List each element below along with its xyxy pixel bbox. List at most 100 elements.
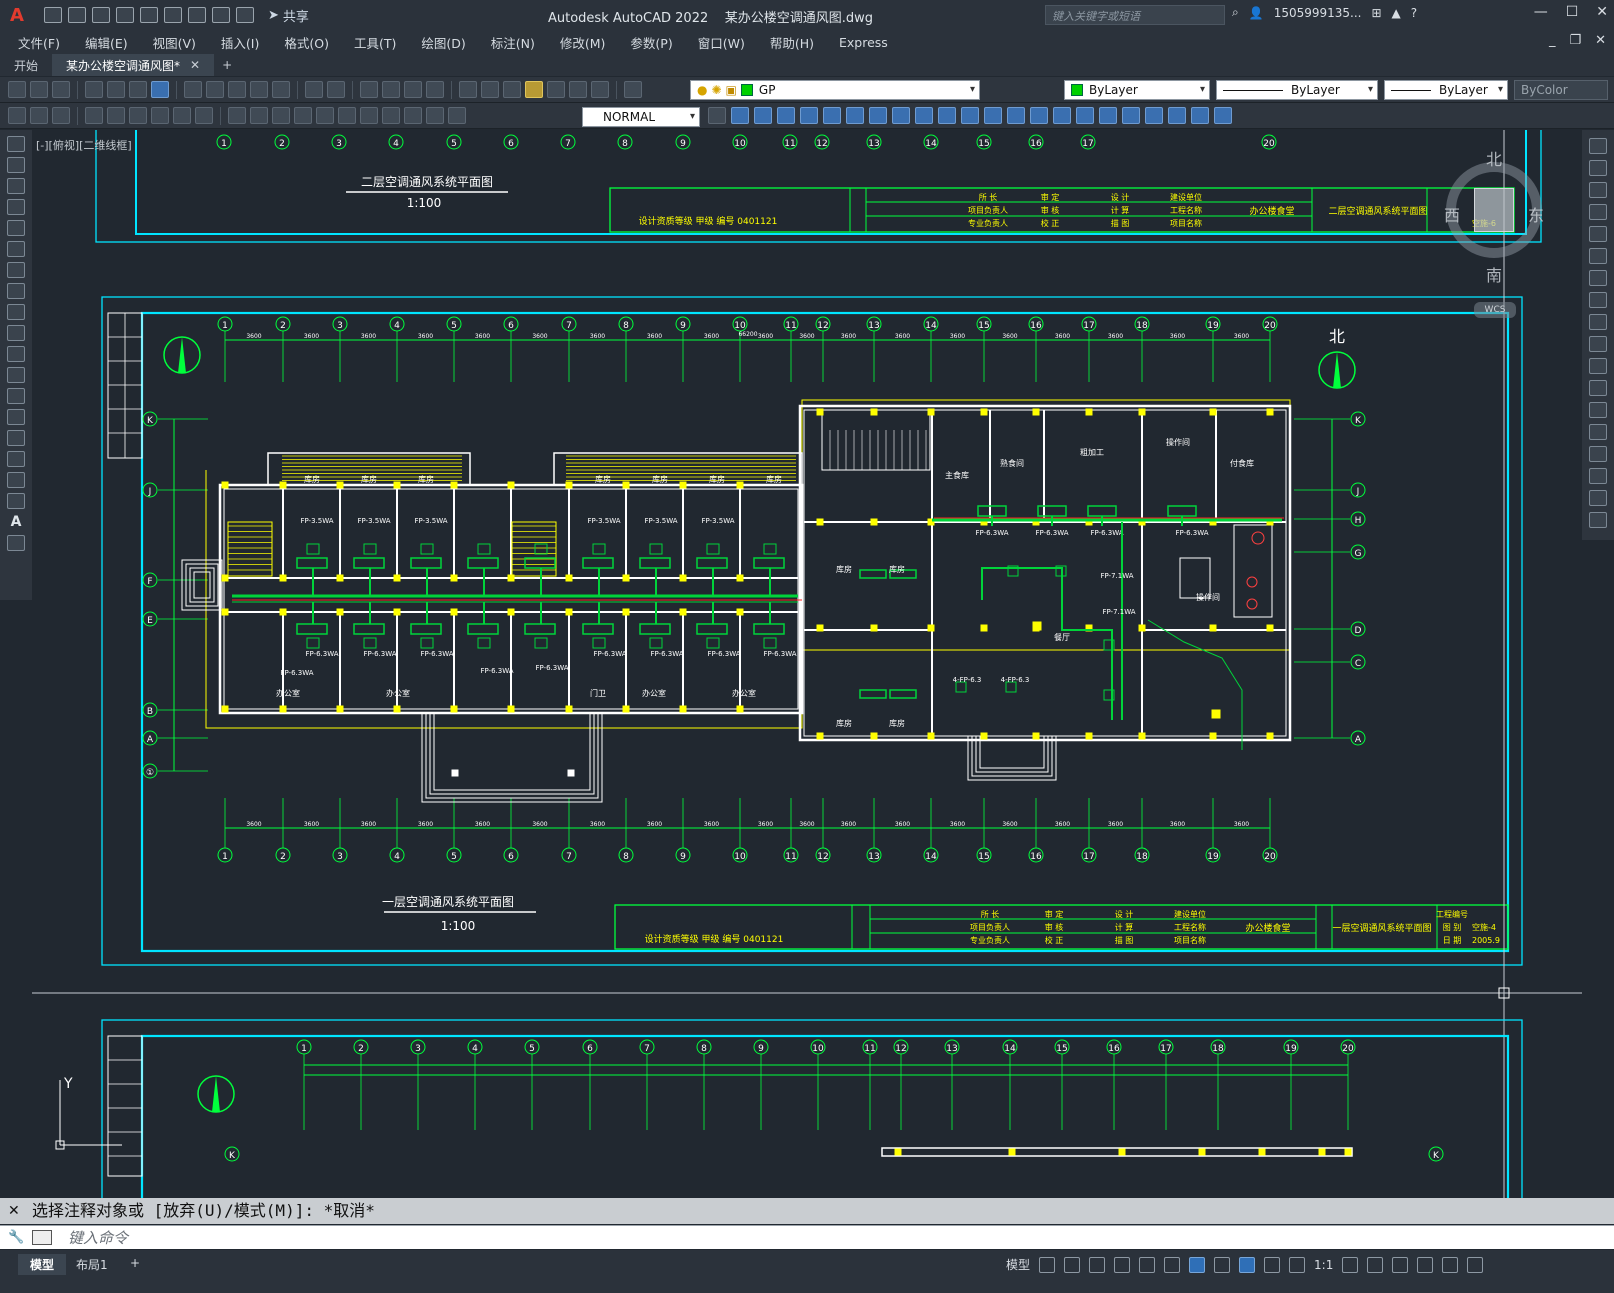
zoom-previous-icon[interactable] [426,81,444,98]
dimension-update-icon[interactable] [448,107,466,124]
group-icon[interactable] [1122,107,1140,124]
isolate-objects-icon[interactable] [1392,1256,1409,1273]
copy-icon[interactable] [206,81,224,98]
match-properties-icon[interactable] [250,81,268,98]
layout1-tab[interactable]: 布局1 [64,1254,120,1275]
save-icon[interactable] [92,7,110,23]
menu-tools[interactable]: 工具(T) [354,33,396,52]
viewcube-top-face[interactable] [1474,188,1514,232]
radius-dimension-icon[interactable] [107,107,125,124]
menu-dimension[interactable]: 标注(N) [491,33,535,52]
ellipse-arc-icon[interactable] [7,346,25,362]
design-center-icon[interactable] [481,81,499,98]
quick-dimension-icon[interactable] [195,107,213,124]
inspection-icon[interactable] [360,107,378,124]
move-icon[interactable] [823,107,841,124]
customization-icon[interactable] [1467,1256,1484,1273]
lineweight-icon[interactable] [1214,1256,1231,1273]
tool-palettes-icon[interactable] [503,81,521,98]
join-icon[interactable] [1589,424,1607,440]
object-snap-tracking-icon[interactable] [1164,1256,1181,1273]
publish-icon[interactable] [129,81,147,98]
add-selected-icon[interactable] [7,535,25,551]
menu-draw[interactable]: 绘图(D) [421,33,465,52]
aligned-dimension-icon[interactable] [30,107,48,124]
tab-close-icon[interactable]: ✕ [190,58,200,72]
dimension-style-icon[interactable] [708,107,726,124]
help-search-input[interactable]: 键入关键字或短语 [1045,5,1225,25]
menu-file[interactable]: 文件(F) [18,33,60,52]
color-dropdown[interactable]: ByLayer ▾ [1064,80,1210,100]
continue-dimension-icon[interactable] [250,107,268,124]
plot-preview-icon[interactable] [107,81,125,98]
jogged-dimension-icon[interactable] [129,107,147,124]
doc-minimize-icon[interactable]: _ [1549,33,1556,48]
multiline-text-icon[interactable]: A [7,514,25,530]
gradient-icon[interactable] [7,451,25,467]
drawing-svg[interactable]: 1 2 3 4 5 6 7 8 9 10 11 12 13 14 15 16 17 20二层空调通风系统平面图1:… [32,130,1582,1198]
layer-dropdown[interactable]: ● ✺ ▣ GP ▾ [690,80,980,100]
draw-order-icon[interactable] [1145,107,1163,124]
annotation-scale-value[interactable]: 1:1 [1314,1258,1333,1272]
open-file-icon[interactable] [68,7,86,23]
minimize-icon[interactable]: — [1534,4,1548,20]
redo-icon[interactable] [327,81,345,98]
share-button[interactable]: ➤ 共享 [268,6,309,25]
dimension-text-edit-icon[interactable] [426,107,444,124]
rectangle-icon[interactable] [7,220,25,236]
close-icon[interactable]: ✕ [1596,4,1608,20]
new-icon[interactable] [8,81,26,98]
lightbulb-icon[interactable]: ● [697,83,707,97]
help-icon[interactable] [591,81,609,98]
stretch-icon[interactable] [1589,314,1607,330]
insert-block-icon[interactable] [1099,107,1117,124]
offset-icon[interactable] [777,107,795,124]
join-icon[interactable] [984,107,1002,124]
scale-icon[interactable] [869,107,887,124]
save-icon[interactable] [52,81,70,98]
fillet-icon[interactable] [1030,107,1048,124]
annotation-visibility-icon[interactable] [1239,1256,1256,1273]
undo-icon[interactable] [212,7,230,23]
menu-modify[interactable]: 修改(M) [560,33,606,52]
zoom-realtime-icon[interactable] [382,81,400,98]
new-file-icon[interactable] [44,7,62,23]
viewcube-west-label[interactable]: 西 [1444,202,1460,226]
menu-insert[interactable]: 插入(I) [221,33,259,52]
chamfer-icon[interactable] [1589,446,1607,462]
publish-icon[interactable] [140,7,158,23]
doc-restore-icon[interactable]: ❐ [1569,33,1581,48]
wipeout-icon[interactable] [1214,107,1232,124]
viewcube-east-label[interactable]: 东 [1528,202,1544,226]
clean-screen-icon[interactable] [1442,1256,1459,1273]
construction-line-icon[interactable] [7,157,25,173]
command-close-icon[interactable]: ✕ [8,1198,20,1224]
dimension-edit-icon[interactable] [404,107,422,124]
circle-icon[interactable] [7,262,25,278]
3d-dwf-icon[interactable] [151,81,169,98]
rotate-icon[interactable] [1589,270,1607,286]
pan-icon[interactable] [360,81,378,98]
maximize-icon[interactable]: ☐ [1566,4,1579,20]
doc-close-icon[interactable]: ✕ [1595,33,1606,48]
menu-format[interactable]: 格式(O) [284,33,329,52]
hardware-acceleration-icon[interactable] [1417,1256,1434,1273]
hatch-icon[interactable] [7,430,25,446]
extend-icon[interactable] [1589,358,1607,374]
ortho-icon[interactable] [1089,1256,1106,1273]
copy-icon[interactable] [1589,160,1607,176]
menu-express[interactable]: Express [839,35,888,50]
insert-block-icon[interactable] [7,367,25,383]
drawing-area[interactable]: 1 2 3 4 5 6 7 8 9 10 11 12 13 14 15 16 17 20 二层空调通风系统平面图 1:… [32,130,1582,1198]
trim-icon[interactable] [915,107,933,124]
lineweight-dropdown[interactable]: ByLayer ▾ [1384,80,1508,100]
make-block-icon[interactable] [7,388,25,404]
help-icon[interactable]: ? [1411,6,1417,20]
viewcube[interactable]: 北 南 东 西 [1440,150,1546,290]
plot-icon[interactable] [188,7,206,23]
revision-cloud-icon[interactable] [7,283,25,299]
arc-length-icon[interactable] [52,107,70,124]
angular-dimension-icon[interactable] [173,107,191,124]
menu-help[interactable]: 帮助(H) [770,33,814,52]
mirror-icon[interactable] [1589,182,1607,198]
